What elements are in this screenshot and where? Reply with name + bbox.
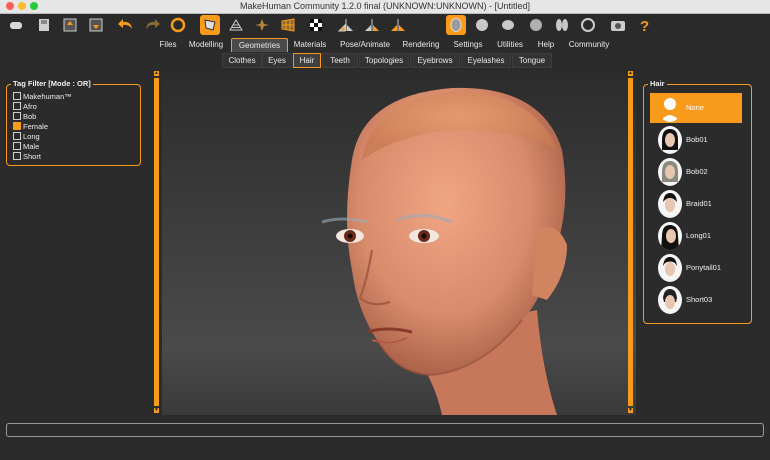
tab-materials[interactable]: Materials — [290, 38, 330, 51]
hair-item-none[interactable]: None — [650, 93, 742, 123]
wireframe-icon[interactable] — [226, 15, 246, 35]
svg-text:?: ? — [640, 18, 649, 33]
left-scroll-up-arrow[interactable]: ▲ — [154, 71, 159, 76]
hair-thumbnail-icon — [658, 190, 682, 218]
right-scroll-down-arrow[interactable]: ▼ — [628, 408, 633, 413]
tab-eyes[interactable]: Eyes — [262, 53, 292, 68]
save-icon[interactable] — [34, 15, 54, 35]
front-view-icon[interactable] — [446, 15, 466, 35]
tab-settings[interactable]: Settings — [449, 38, 487, 51]
checkbox-icon[interactable] — [13, 142, 21, 151]
hair-item-braid01[interactable]: Braid01 — [650, 189, 742, 219]
right-scrollbar[interactable] — [628, 78, 633, 406]
tab-files[interactable]: Files — [155, 38, 181, 51]
right-view-icon[interactable] — [526, 15, 546, 35]
human-model-render — [321, 87, 567, 415]
filter-long[interactable]: Long — [13, 132, 40, 141]
tab-community[interactable]: Community — [564, 38, 614, 51]
tab-utilities[interactable]: Utilities — [492, 38, 528, 51]
right-scroll-up-arrow[interactable]: ▲ — [628, 71, 633, 76]
tab-help[interactable]: Help — [534, 38, 558, 51]
redo-icon[interactable] — [142, 15, 162, 35]
tab-teeth[interactable]: Teeth — [322, 53, 358, 68]
checkbox-icon[interactable] — [13, 102, 21, 111]
tag-filter-panel: Tag Filter [Mode : OR] Makehuman™ Afro B… — [6, 79, 141, 166]
tab-hair[interactable]: Hair — [293, 53, 321, 68]
title-bar: MakeHuman Community 1.2.0 final (UNKNOWN… — [0, 0, 770, 14]
help-icon[interactable]: ? — [634, 15, 654, 35]
tab-rendering[interactable]: Rendering — [399, 38, 443, 51]
tab-modelling[interactable]: Modelling — [185, 38, 227, 51]
undo-icon[interactable] — [116, 15, 136, 35]
checkbox-icon[interactable] — [13, 112, 21, 121]
status-bar — [6, 423, 764, 437]
3d-viewport[interactable] — [162, 70, 636, 415]
filter-bob[interactable]: Bob — [13, 112, 36, 121]
reset-icon[interactable] — [168, 15, 188, 35]
screenshot-icon[interactable] — [608, 15, 628, 35]
hair-thumbnail-icon — [658, 126, 682, 154]
hair-item-short03[interactable]: Short03 — [650, 285, 742, 315]
main-tab-bar: Files Modelling Geometries Materials Pos… — [0, 38, 770, 52]
tag-filter-title: Tag Filter [Mode : OR] — [11, 79, 93, 88]
hair-item-bob02[interactable]: Bob02 — [650, 157, 742, 187]
hair-thumbnail-icon — [658, 254, 682, 282]
hair-thumbnail-icon — [658, 158, 682, 186]
back-view-icon[interactable] — [472, 15, 492, 35]
tab-topologies[interactable]: Topologies — [359, 53, 409, 68]
filter-short[interactable]: Short — [13, 152, 41, 161]
hair-item-long01[interactable]: Long01 — [650, 221, 742, 251]
checkbox-icon[interactable] — [13, 132, 21, 141]
silhouette-icon — [658, 94, 682, 122]
left-scrollbar[interactable] — [154, 78, 159, 406]
tab-pose-animate[interactable]: Pose/Animate — [335, 38, 395, 51]
top-view-icon[interactable] — [552, 15, 572, 35]
left-scroll-down-arrow[interactable]: ▼ — [154, 408, 159, 413]
tab-eyelashes[interactable]: Eyelashes — [461, 53, 511, 68]
window-title: MakeHuman Community 1.2.0 final (UNKNOWN… — [239, 1, 531, 11]
grid-icon[interactable] — [278, 15, 298, 35]
left-view-icon[interactable] — [498, 15, 518, 35]
new-icon[interactable] — [6, 15, 26, 35]
filter-female[interactable]: Female — [13, 122, 48, 131]
sub-tab-bar: Clothes Eyes Hair Teeth Topologies Eyebr… — [0, 53, 770, 68]
pose-icon[interactable] — [252, 15, 272, 35]
tab-geometries[interactable]: Geometries — [231, 38, 288, 52]
tab-eyebrows[interactable]: Eyebrows — [410, 53, 460, 68]
checkbox-icon[interactable] — [13, 92, 21, 101]
load-icon[interactable] — [86, 15, 106, 35]
bottom-view-icon[interactable] — [578, 15, 598, 35]
checker-icon[interactable] — [306, 15, 326, 35]
main-toolbar: ? — [0, 14, 770, 38]
hair-thumbnail-icon — [658, 222, 682, 250]
filter-makehuman[interactable]: Makehuman™ — [13, 92, 72, 101]
hair-item-bob01[interactable]: Bob01 — [650, 125, 742, 155]
checkbox-icon[interactable] — [13, 152, 21, 161]
smooth-icon[interactable] — [200, 15, 220, 35]
hair-item-ponytail01[interactable]: Ponytail01 — [650, 253, 742, 283]
filter-afro[interactable]: Afro — [13, 102, 37, 111]
export-icon[interactable] — [60, 15, 80, 35]
tab-clothes[interactable]: Clothes — [222, 53, 262, 68]
filter-male[interactable]: Male — [13, 142, 39, 151]
symmetry-left-icon[interactable] — [362, 15, 382, 35]
symmetry-right-icon[interactable] — [336, 15, 356, 35]
tab-tongue[interactable]: Tongue — [512, 53, 552, 68]
symmetry-icon[interactable] — [388, 15, 408, 35]
checkbox-checked-icon[interactable] — [13, 122, 21, 131]
hair-thumbnail-icon — [658, 286, 682, 314]
hair-panel: Hair None Bob01 Bob02 Braid01 Long01 Pon… — [643, 79, 752, 324]
hair-panel-title: Hair — [648, 79, 667, 88]
